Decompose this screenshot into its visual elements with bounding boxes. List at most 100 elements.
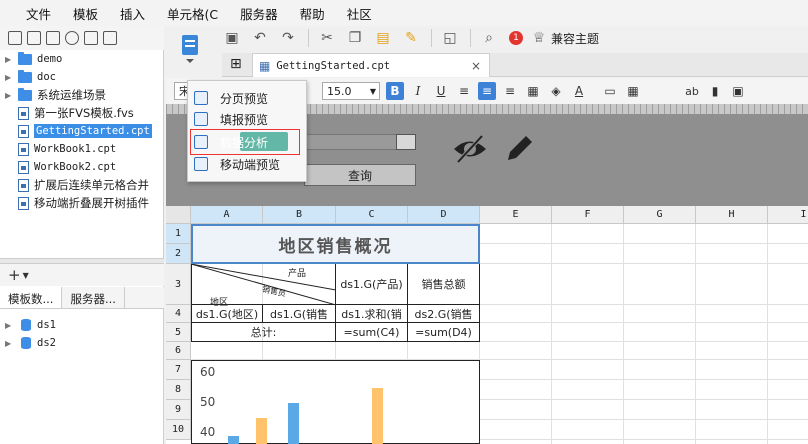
row-header-10[interactable]: 10 [166, 420, 191, 440]
column-header-h[interactable]: H [696, 206, 768, 224]
dataset-item[interactable]: ▶ ds2 [0, 334, 164, 352]
row-header-9[interactable]: 9 [166, 400, 191, 420]
bar-chart[interactable]: 60 50 40 [191, 360, 480, 444]
grid-icon[interactable]: ⊞ [230, 56, 242, 72]
chevron-down-icon[interactable]: ▼ [23, 271, 29, 280]
tree-item[interactable]: ▶ demo [0, 50, 164, 68]
image-icon[interactable]: ▣ [729, 82, 747, 100]
expand-icon[interactable]: ▶ [5, 339, 15, 348]
open-folder-icon[interactable] [27, 31, 41, 45]
cell-a4[interactable]: ds1.G(地区) [191, 305, 263, 323]
border-icon[interactable]: ▦ [524, 82, 542, 100]
row-header-5[interactable]: 5 [166, 323, 191, 342]
row-header-7[interactable]: 7 [166, 360, 191, 380]
tab-template-data[interactable]: 模板数... [0, 287, 63, 308]
cell-d5[interactable]: =sum(D4) [408, 323, 480, 342]
tree-item[interactable]: 移动端折叠展开树插件 [0, 194, 164, 212]
menu-item-mobile-preview[interactable]: 移动端预览 [194, 154, 280, 174]
tree-item[interactable]: WorkBook1.cpt [0, 140, 164, 158]
column-header-g[interactable]: G [624, 206, 696, 224]
format-brush-icon[interactable]: ✎ [403, 30, 419, 46]
preview-button[interactable] [174, 30, 206, 64]
close-icon[interactable]: × [471, 59, 481, 73]
column-header-c[interactable]: C [336, 206, 408, 224]
query-button[interactable]: 查询 [304, 164, 416, 186]
column-header-i[interactable]: I [768, 206, 808, 224]
chart-bar[interactable] [228, 436, 239, 444]
column-header-e[interactable]: E [480, 206, 552, 224]
align-left-icon[interactable]: ≡ [455, 82, 473, 100]
paste-icon[interactable]: ▤ [375, 30, 391, 46]
tree-item[interactable]: ▶ doc [0, 68, 164, 86]
cell-d3[interactable]: 销售总额 [408, 264, 480, 305]
tree-item-selected[interactable]: GettingStarted.cpt [0, 122, 164, 140]
menu-template[interactable]: 模板 [73, 4, 98, 23]
theme-button[interactable]: 兼容主题 [551, 30, 599, 47]
template-icon[interactable] [46, 31, 60, 45]
tree-item[interactable]: 扩展后连续单元格合并 [0, 176, 164, 194]
menu-file[interactable]: 文件 [26, 4, 51, 23]
chart-bar[interactable] [256, 418, 267, 444]
notification-badge[interactable]: 1 [509, 31, 523, 45]
font-color-icon[interactable]: A [570, 82, 588, 100]
dataset-item[interactable]: ▶ ds1 [0, 316, 164, 334]
menu-cell[interactable]: 单元格(C [167, 4, 218, 23]
copy-icon[interactable]: ❐ [347, 30, 363, 46]
column-header-d[interactable]: D [408, 206, 480, 224]
menu-item-fill-preview[interactable]: 填报预览 [194, 109, 268, 129]
expand-icon[interactable]: ▶ [5, 55, 15, 64]
save-icon[interactable]: ▣ [224, 30, 240, 46]
underline-button[interactable]: U [432, 82, 450, 100]
menu-server[interactable]: 服务器 [240, 4, 278, 23]
row-header-6[interactable]: 6 [166, 342, 191, 360]
align-right-icon[interactable]: ≡ [501, 82, 519, 100]
parameter-dropdown-button[interactable] [396, 134, 416, 150]
column-header-f[interactable]: F [552, 206, 624, 224]
search-icon[interactable]: ⌕ [481, 30, 497, 46]
select-all-corner[interactable] [166, 206, 191, 224]
chart-bar[interactable] [372, 388, 383, 444]
bold-button[interactable]: B [386, 82, 404, 100]
window-icon[interactable] [103, 31, 117, 45]
delete-icon[interactable] [84, 31, 98, 45]
cell-title[interactable]: 地区销售概况 [191, 224, 480, 264]
column-header-b[interactable]: B [263, 206, 336, 224]
theme-icon[interactable]: ♕ [531, 30, 547, 46]
expand-icon[interactable]: ▶ [5, 91, 15, 100]
menu-item-page-preview[interactable]: 分页预览 [194, 88, 268, 108]
row-header-4[interactable]: 4 [166, 305, 191, 323]
redo-icon[interactable]: ↷ [280, 30, 296, 46]
menu-community[interactable]: 社区 [347, 4, 372, 23]
undo-icon[interactable]: ↶ [252, 30, 268, 46]
fill-color-icon[interactable]: ◈ [547, 82, 565, 100]
align-center-icon[interactable]: ≡ [478, 82, 496, 100]
cut-icon[interactable]: ✂ [319, 30, 335, 46]
row-header-3[interactable]: 3 [166, 264, 191, 305]
expand-icon[interactable]: ▶ [5, 321, 15, 330]
menu-insert[interactable]: 插入 [120, 4, 145, 23]
cell-d4[interactable]: ds2.G(销售 [408, 305, 480, 323]
cell-c3[interactable]: ds1.G(产品) [336, 264, 408, 305]
row-header-1[interactable]: 1 [166, 224, 191, 244]
row-header-2[interactable]: 2 [166, 244, 191, 264]
eye-off-icon[interactable] [450, 132, 490, 166]
new-file-icon[interactable] [8, 31, 22, 45]
tree-item[interactable]: 第一张FVS模板.fvs [0, 104, 164, 122]
chart-bar[interactable] [288, 403, 299, 444]
template-web-icon[interactable]: ◱ [442, 30, 458, 46]
menu-help[interactable]: 帮助 [300, 4, 325, 23]
settings-icon[interactable] [65, 31, 79, 45]
chart-icon[interactable]: ▮ [706, 82, 724, 100]
row-header-8[interactable]: 8 [166, 380, 191, 400]
cell-c4[interactable]: ds1.求和(销 [336, 305, 408, 323]
text-icon[interactable]: ab [683, 82, 701, 100]
cell-c5[interactable]: =sum(C4) [336, 323, 408, 342]
tab-server-data[interactable]: 服务器... [62, 287, 125, 308]
merge-cell-icon[interactable]: ▭ [601, 82, 619, 100]
column-header-a[interactable]: A [191, 206, 263, 224]
table-icon[interactable]: ▦ [624, 82, 642, 100]
pencil-icon[interactable] [502, 130, 536, 166]
add-dataset-button[interactable]: + [8, 266, 21, 284]
font-size-select[interactable]: 15.0 ▼ [322, 82, 380, 100]
expand-icon[interactable]: ▶ [5, 73, 15, 82]
